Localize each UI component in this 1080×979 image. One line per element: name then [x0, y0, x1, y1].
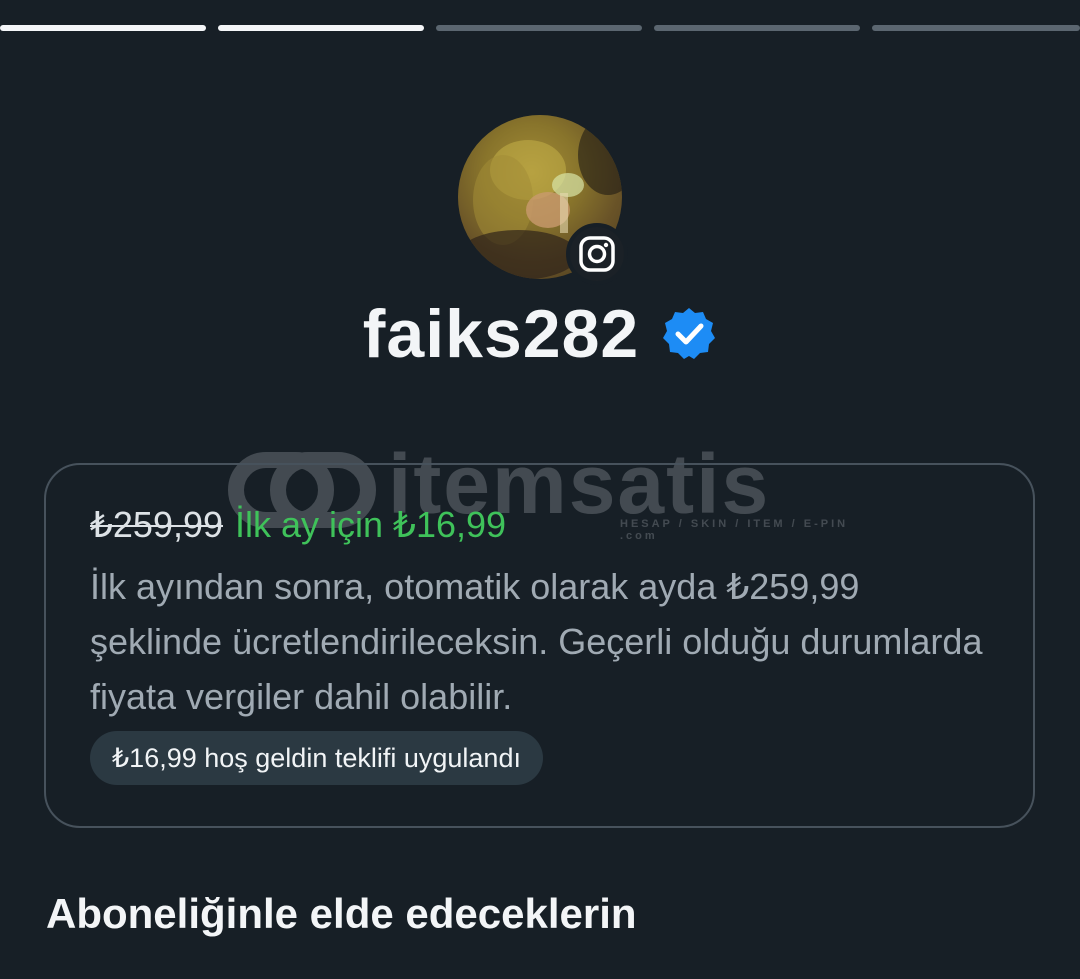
instagram-icon — [579, 236, 615, 272]
progress-segment-2 — [218, 25, 424, 31]
username-row: faiks282 — [0, 292, 1080, 376]
progress-segment-1 — [0, 25, 206, 31]
section-title: Aboneliğinle elde edeceklerin — [46, 890, 637, 937]
profile-avatar-container[interactable] — [458, 115, 628, 285]
username[interactable]: faiks282 — [363, 295, 639, 373]
progress-segment-4 — [654, 25, 860, 31]
verified-badge-icon — [663, 308, 716, 359]
progress-segment-5 — [872, 25, 1080, 31]
old-price: ₺259,99 — [90, 504, 224, 545]
promo-price: İlk ay için ₺16,99 — [235, 504, 507, 545]
story-progress-bar — [0, 25, 1080, 31]
offer-card: ₺259,99 İlk ay için ₺16,99 İlk ayından so… — [44, 463, 1035, 828]
welcome-offer-chip: ₺16,99 hoş geldin teklifi uygulandı — [90, 731, 543, 785]
price-line: ₺259,99 İlk ay için ₺16,99 — [90, 503, 506, 547]
instagram-badge — [566, 223, 628, 285]
progress-segment-3 — [436, 25, 642, 31]
offer-description: İlk ayından sonra, otomatik olarak ayda … — [90, 566, 983, 717]
